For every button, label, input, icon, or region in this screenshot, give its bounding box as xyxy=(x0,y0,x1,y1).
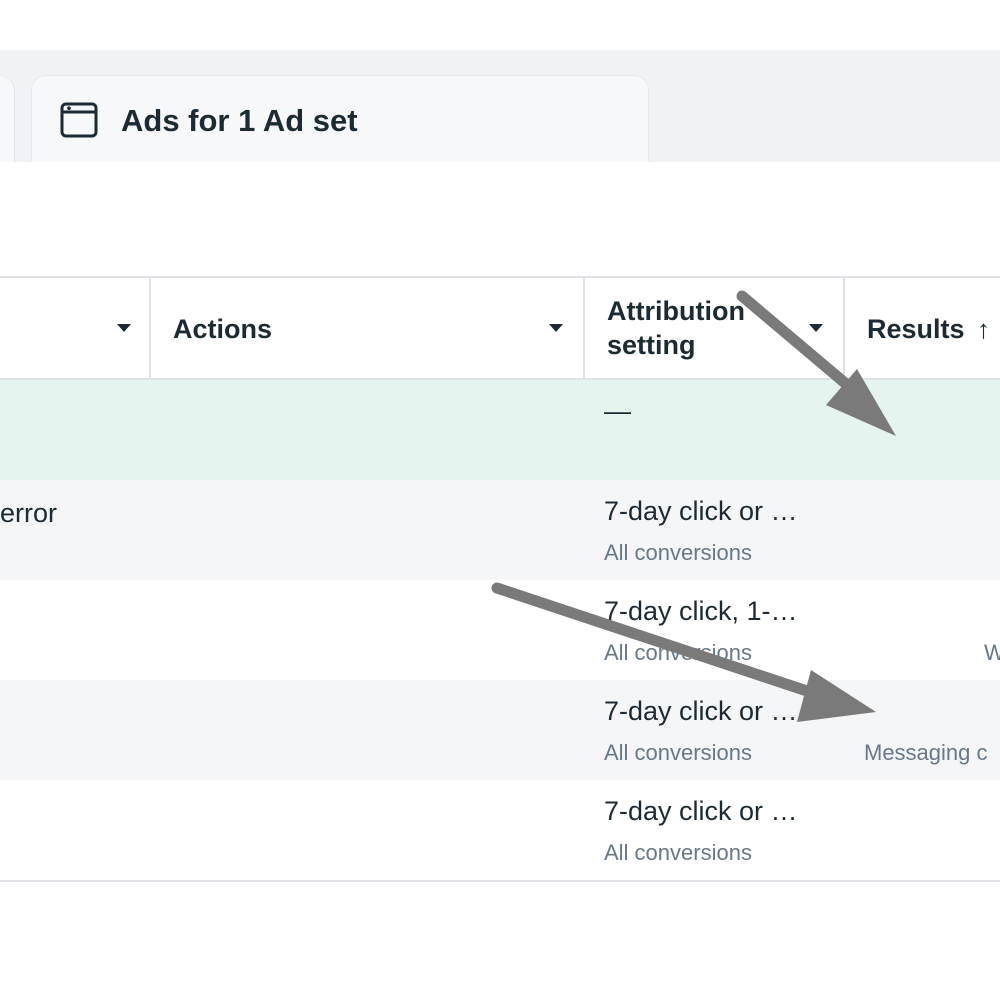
column-header-attribution[interactable]: Attribution setting xyxy=(585,278,845,378)
tab-previous[interactable] xyxy=(0,76,14,162)
attribution-value: 7-day click, 1-… xyxy=(604,596,798,626)
attribution-value: 7-day click or … xyxy=(604,796,798,826)
attribution-sub: All conversions xyxy=(604,840,752,865)
chevron-down-icon[interactable] xyxy=(809,324,823,332)
attribution-value: 7-day click or … xyxy=(604,696,798,726)
attribution-sub: All conversions xyxy=(604,540,752,565)
attribution-value: — xyxy=(604,396,631,426)
table-row[interactable]: 7-day click, 1-… All conversions W xyxy=(0,580,1000,680)
table-row[interactable]: error 7-day click or … All conversions xyxy=(0,480,1000,580)
attribution-sub: All conversions xyxy=(604,740,752,765)
table-header-row: Actions Attribution setting Results ↑ xyxy=(0,276,1000,380)
result-sub: Messaging c xyxy=(864,740,988,765)
attribution-value: 7-day click or … xyxy=(604,496,798,526)
table-row-summary[interactable]: — xyxy=(0,380,1000,480)
column-header-actions[interactable]: Actions xyxy=(151,278,585,378)
ads-manager-page: Ads for 1 Ad set Actions Attribution set… xyxy=(0,0,1000,1000)
column-header-name[interactable] xyxy=(0,278,151,378)
sort-ascending-icon[interactable]: ↑ xyxy=(977,314,990,345)
chevron-down-icon[interactable] xyxy=(117,324,131,332)
column-header-label: Attribution setting xyxy=(607,296,745,360)
column-header-label: Results xyxy=(867,314,965,344)
column-header-label: Actions xyxy=(173,314,273,344)
table-row[interactable]: 7-day click or … All conversions Messagi… xyxy=(0,680,1000,780)
column-header-results[interactable]: Results ↑ xyxy=(845,278,1000,378)
row-name: error xyxy=(0,498,58,528)
tab-ads[interactable]: Ads for 1 Ad set xyxy=(32,76,648,166)
result-sub: W xyxy=(984,640,1000,665)
ad-window-icon xyxy=(60,102,98,138)
table-row[interactable]: 7-day click or … All conversions xyxy=(0,780,1000,882)
top-strip xyxy=(0,0,1000,50)
chevron-down-icon[interactable] xyxy=(549,324,563,332)
tab-ads-label: Ads for 1 Ad set xyxy=(121,103,358,138)
attribution-sub: All conversions xyxy=(604,640,752,665)
